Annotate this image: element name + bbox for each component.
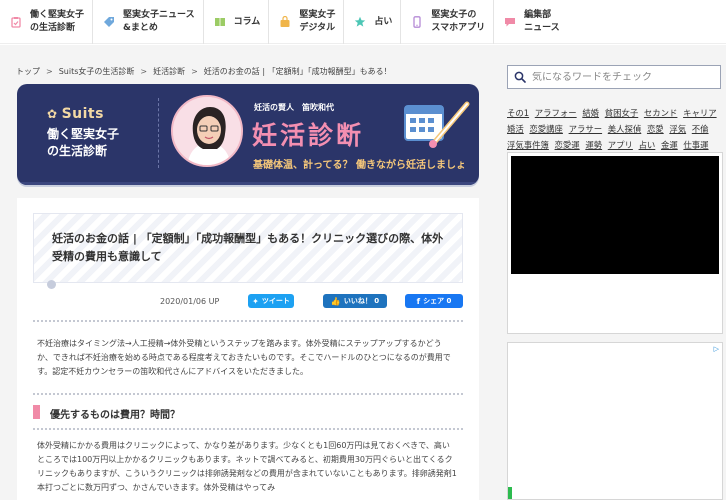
chevron-right-icon: > <box>191 67 198 76</box>
like-button[interactable]: 👍 いいね！ 0 <box>323 294 387 308</box>
tag-link[interactable]: 占い <box>639 140 656 150</box>
search-input[interactable] <box>532 71 712 83</box>
article-meta: 2020/01/06 UP ✦ ツイート 👍 いいね！ 0 f シェア 0 <box>33 294 463 312</box>
nav-item-app[interactable]: 堅実女子の スマホアプリ <box>401 0 495 44</box>
tag-link[interactable]: 美人探偵 <box>608 124 642 134</box>
ad-accent <box>508 487 512 499</box>
breadcrumb-home[interactable]: トップ <box>16 66 40 77</box>
nav-item-digital[interactable]: 堅実女子 デジタル <box>269 0 345 44</box>
star-icon <box>354 16 366 28</box>
hero-subtitle: 働く堅実女子 の生活診断 <box>47 127 120 158</box>
nav-item-fortune[interactable]: 占い <box>344 0 402 44</box>
breadcrumb: トップ > Suits女子の生活診断 > 妊活診断 > 妊活のお金の話 | 「定… <box>16 66 386 77</box>
like-label: いいね！ 0 <box>343 297 380 305</box>
nav-item-column[interactable]: コラム <box>204 0 270 44</box>
twitter-icon: ✦ <box>252 296 259 306</box>
tag-link[interactable]: その1 <box>507 108 529 118</box>
tag-link[interactable]: アラサー <box>569 124 603 134</box>
nav-item-editorial-news[interactable]: 編集部 ニュース <box>494 0 568 44</box>
tag-link[interactable]: 恋愛講座 <box>529 124 563 134</box>
publish-date: 2020/01/06 UP <box>160 297 220 306</box>
breadcrumb-subcategory[interactable]: 妊活診断 <box>153 66 185 77</box>
facebook-share-label: シェア 0 <box>423 297 452 305</box>
heading-marker <box>33 405 40 419</box>
article-title: 妊活のお金の話 | 「定額制」「成功報酬型」もある！クリニック選びの際、体外受精… <box>52 232 444 263</box>
tag-link[interactable]: 浮気 <box>669 124 686 134</box>
ad-slot-top[interactable] <box>507 152 723 334</box>
search-box <box>507 65 721 89</box>
ad-video[interactable] <box>511 156 719 274</box>
article-title-box: 妊活のお金の話 | 「定額制」「成功報酬型」もある！クリニック選びの際、体外受精… <box>33 213 463 283</box>
facebook-icon: f <box>416 296 421 306</box>
section-heading-text: 優先するものは費用？時間？ <box>50 410 180 421</box>
nav-label: コラム <box>233 16 261 27</box>
tag-link[interactable]: 婚活 <box>507 124 524 134</box>
clipboard-icon <box>10 16 22 28</box>
twitter-share-label: ツイート <box>261 297 290 305</box>
section-heading: 優先するものは費用？時間？ <box>33 404 463 421</box>
nav-label: 堅実女子ニュース &まとめ <box>123 10 195 33</box>
divider <box>33 428 463 430</box>
tag-link[interactable]: 金運 <box>661 140 678 150</box>
breadcrumb-current: 妊活のお金の話 | 「定額制」「成功報酬型」もある！ク... <box>203 67 386 76</box>
chevron-right-icon: > <box>140 67 148 76</box>
bag-icon <box>279 16 291 28</box>
tag-link[interactable]: 貧困女子 <box>605 108 639 118</box>
hero-brand: Suits <box>61 106 104 122</box>
suits-logo-icon: ✿ <box>47 107 58 121</box>
smartphone-icon <box>411 16 423 28</box>
nav-item-lifestyle-diagnosis[interactable]: 働く堅実女子 の生活診断 <box>0 0 94 44</box>
nav-label: 占い <box>374 16 393 27</box>
chat-icon <box>504 16 516 28</box>
tag-link[interactable]: キャリア <box>683 108 717 118</box>
book-icon <box>214 16 226 28</box>
hero-divider <box>158 98 159 168</box>
tag-link[interactable]: 恋愛 <box>647 124 664 134</box>
breadcrumb-category[interactable]: Suits女子の生活診断 <box>59 66 135 77</box>
chevron-right-icon: > <box>46 67 53 76</box>
article-intro: 不妊治療はタイミング法→人工授精→体外受精というステップを踏みます。体外受精にス… <box>37 339 451 376</box>
nav-label: 堅実女子の スマホアプリ <box>431 10 486 33</box>
tag-link[interactable]: 運勢 <box>585 140 602 150</box>
divider <box>33 320 463 322</box>
author-avatar <box>171 95 243 167</box>
tag-link[interactable]: アラフォー <box>535 108 577 118</box>
nav-label: 編集部 ニュース <box>524 10 560 33</box>
tag-link[interactable]: アプリ <box>608 140 633 150</box>
search-icon[interactable] <box>514 71 526 83</box>
hero-title: 妊活診断 <box>252 121 365 150</box>
divider <box>33 393 463 395</box>
calendar-thermometer-icon <box>404 101 470 148</box>
hero-logo: ✿ Suits 働く堅実女子 の生活診断 <box>47 106 119 160</box>
ad-slot-bottom[interactable]: ▷ <box>507 342 723 500</box>
tag-link[interactable]: 恋愛運 <box>555 140 580 150</box>
title-dot <box>47 280 56 289</box>
hero-stripe <box>17 182 479 185</box>
top-nav: 働く堅実女子 の生活診断 堅実女子ニュース &まとめ コラム 堅実女子 デジタル… <box>0 0 726 44</box>
nav-item-news[interactable]: 堅実女子ニュース &まとめ <box>93 0 204 44</box>
facebook-share-button[interactable]: f シェア 0 <box>405 294 463 308</box>
tag-link[interactable]: 仕事運 <box>683 140 708 150</box>
nav-label: 働く堅実女子 の生活診断 <box>30 10 85 33</box>
thumbs-up-icon: 👍 <box>330 296 341 306</box>
ad-choices-icon[interactable]: ▷ <box>714 345 719 353</box>
article-body: 体外受精にかかる費用はクリニックによって、かなり差があります。少なくとも1回60… <box>37 441 457 492</box>
nav-label: 堅実女子 デジタル <box>299 10 336 33</box>
hero-banner[interactable]: ✿ Suits 働く堅実女子 の生活診断 妊活の賢人 笛吹和代 妊活診断 基礎体… <box>17 84 479 185</box>
twitter-share-button[interactable]: ✦ ツイート <box>248 294 294 308</box>
tag-link[interactable]: 不倫 <box>692 124 709 134</box>
hero-author: 妊活の賢人 笛吹和代 <box>254 103 334 112</box>
tag-icon <box>103 16 115 28</box>
tag-link[interactable]: 結婚 <box>582 108 599 118</box>
tag-link[interactable]: 浮気事件簿 <box>507 140 549 150</box>
tag-cloud: その1 アラフォー 結婚 貧困女子 セカンド キャリア 婚活 恋愛講座 アラサー… <box>507 105 723 153</box>
hero-tagline: 基礎体温、計ってる？ 働きながら妊活しましょ <box>253 160 466 171</box>
tag-link[interactable]: セカンド <box>644 108 678 118</box>
article: 妊活のお金の話 | 「定額制」「成功報酬型」もある！クリニック選びの際、体外受精… <box>17 198 479 500</box>
